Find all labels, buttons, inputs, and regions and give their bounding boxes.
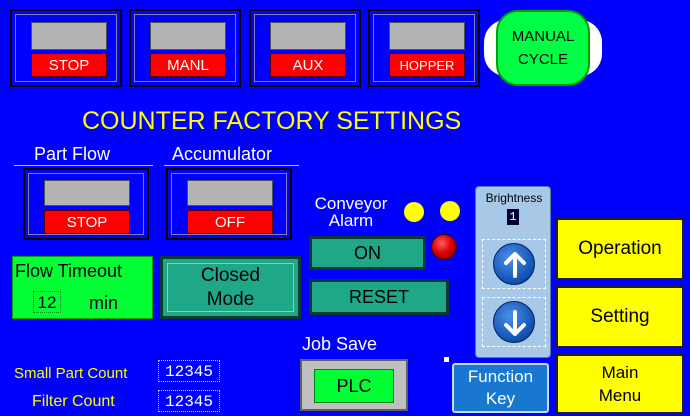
- status-lamp: [270, 22, 346, 50]
- operation-label: Operation: [578, 238, 662, 259]
- main-menu-line2: Menu: [598, 385, 642, 405]
- filter-count-value[interactable]: 12345: [158, 390, 220, 412]
- manl-indicator: MANL: [150, 53, 226, 77]
- accumulator-lamp: [187, 180, 273, 206]
- manual-cycle-line1: MANUAL: [511, 28, 575, 45]
- conveyor-alarm-label: Conveyor Alarm: [308, 195, 394, 229]
- closed-mode-line1: Closed: [200, 264, 261, 286]
- brightness-down-button[interactable]: [482, 297, 546, 347]
- main-menu-button[interactable]: Main Menu: [556, 354, 684, 414]
- part-flow-title: Part Flow: [34, 144, 111, 164]
- stop-indicator: STOP: [31, 53, 107, 77]
- function-key-line1: Function: [467, 367, 534, 386]
- flow-timeout-panel[interactable]: Flow Timeout 12 min: [12, 256, 153, 319]
- closed-mode-line2: Mode: [206, 288, 255, 310]
- flow-timeout-label: Flow Timeout: [15, 261, 123, 281]
- manual-cycle-body: MANUAL CYCLE: [496, 10, 590, 86]
- up-arrow-icon: [493, 243, 535, 285]
- part-flow-box: STOP: [23, 168, 149, 240]
- conveyor-alarm-on-label: ON: [354, 242, 381, 263]
- operation-button[interactable]: Operation: [556, 218, 684, 280]
- alarm-yellow-light-2: [440, 201, 460, 221]
- conveyor-alarm-line1: Conveyor: [314, 194, 388, 213]
- function-key-button[interactable]: Function Key: [452, 363, 549, 413]
- status-box-hopper: HOPPER: [368, 9, 480, 87]
- accumulator-underline: [164, 165, 299, 166]
- status-box-manl: MANL: [129, 9, 241, 87]
- brightness-panel: Brightness 1: [475, 186, 551, 358]
- alarm-red-lamp: [431, 234, 457, 260]
- function-key-marker: [444, 357, 449, 362]
- brightness-value: 1: [507, 209, 519, 225]
- status-lamp: [31, 22, 107, 50]
- status-box-stop: STOP: [10, 9, 122, 87]
- closed-mode-button[interactable]: Closed Mode: [160, 256, 301, 319]
- manual-cycle-button[interactable]: MANUAL CYCLE: [484, 8, 602, 88]
- small-part-count-value[interactable]: 12345: [158, 360, 220, 382]
- small-part-count-label: Small Part Count: [14, 365, 128, 382]
- plc-button[interactable]: PLC: [314, 369, 394, 403]
- aux-indicator: AUX: [270, 53, 346, 77]
- manual-cycle-line2: CYCLE: [517, 51, 569, 68]
- flow-timeout-unit: min: [89, 293, 119, 313]
- hopper-indicator: HOPPER: [389, 53, 465, 77]
- status-box-aux: AUX: [249, 9, 361, 87]
- down-arrow-icon: [493, 301, 535, 343]
- part-flow-underline: [14, 165, 153, 166]
- job-save-label: Job Save: [302, 334, 378, 354]
- plc-button-frame[interactable]: PLC: [300, 359, 408, 411]
- reset-label: RESET: [348, 286, 409, 307]
- function-key-line2: Key: [485, 389, 516, 408]
- part-flow-status: STOP: [44, 210, 130, 234]
- flow-timeout-value[interactable]: 12: [33, 291, 61, 313]
- accumulator-status: OFF: [187, 210, 273, 234]
- brightness-up-button[interactable]: [482, 239, 546, 289]
- status-lamp: [389, 22, 465, 50]
- conveyor-alarm-on-button[interactable]: ON: [309, 236, 426, 270]
- conveyor-alarm-line2: Alarm: [328, 211, 374, 230]
- main-menu-line1: Main: [601, 362, 639, 382]
- alarm-yellow-light-1: [404, 202, 424, 222]
- setting-button[interactable]: Setting: [556, 286, 684, 348]
- filter-count-label: Filter Count: [32, 393, 115, 410]
- setting-label: Setting: [590, 306, 650, 327]
- page-title: COUNTER FACTORY SETTINGS: [82, 107, 462, 135]
- plc-label: PLC: [336, 375, 372, 396]
- part-flow-lamp: [44, 180, 130, 206]
- accumulator-box: OFF: [166, 168, 292, 240]
- accumulator-title: Accumulator: [172, 144, 273, 164]
- reset-button[interactable]: RESET: [309, 279, 449, 315]
- status-lamp: [150, 22, 226, 50]
- brightness-label: Brightness: [485, 191, 543, 205]
